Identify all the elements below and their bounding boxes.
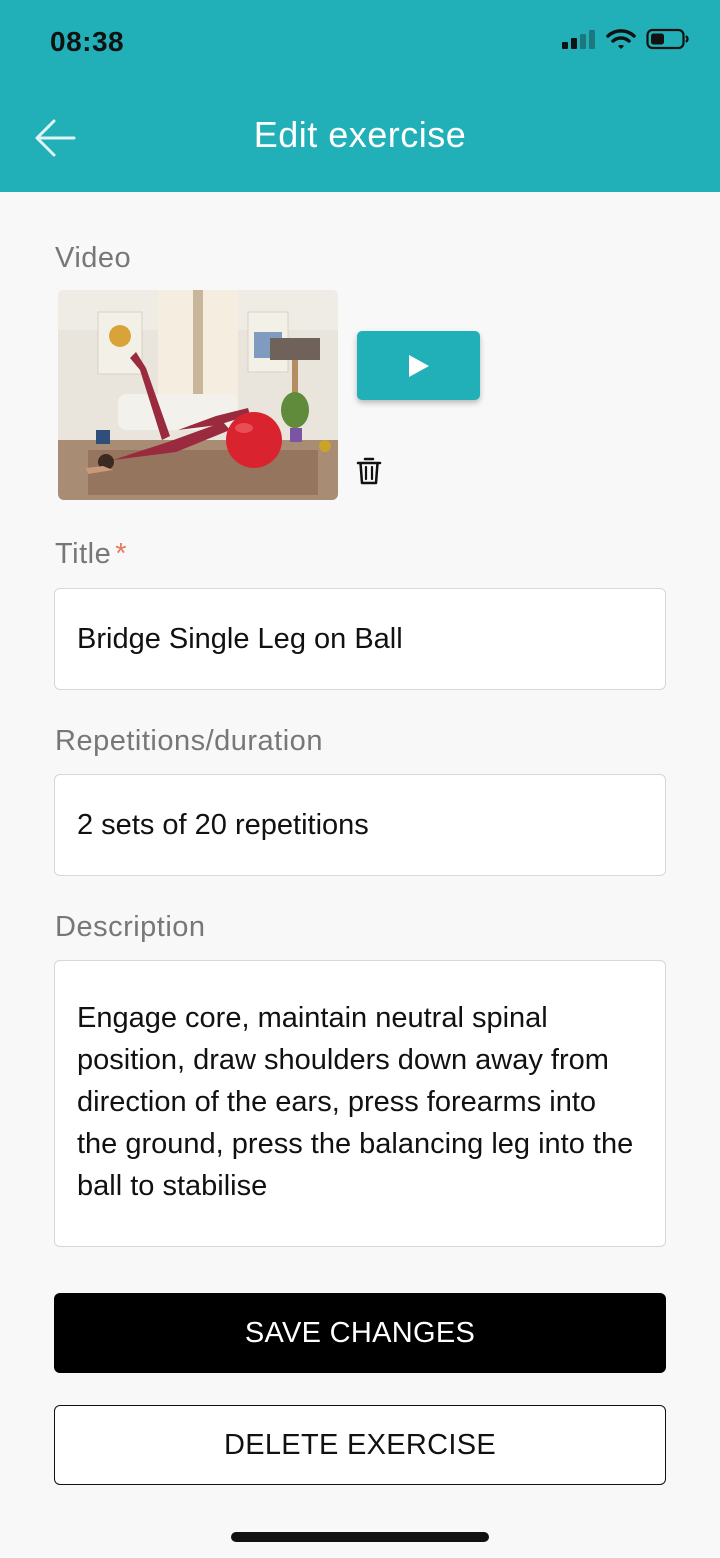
play-icon: [408, 354, 429, 377]
app-header: 08:38 Edit exercise: [0, 0, 720, 192]
cellular-signal-icon: [562, 30, 595, 49]
title-label: Title *: [55, 538, 127, 571]
play-video-button[interactable]: [357, 331, 480, 400]
description-textarea-value: Engage core, maintain neutral spinal pos…: [77, 1002, 634, 1202]
video-thumbnail[interactable]: [58, 290, 338, 500]
delete-video-button[interactable]: [356, 456, 382, 486]
title-input[interactable]: Bridge Single Leg on Ball: [54, 588, 666, 690]
home-indicator: [231, 1532, 489, 1542]
description-label: Description: [55, 911, 206, 943]
repetitions-input-value: 2 sets of 20 repetitions: [77, 808, 369, 841]
save-changes-button[interactable]: SAVE CHANGES: [54, 1293, 666, 1373]
trash-icon: [356, 457, 382, 485]
page-title: Edit exercise: [253, 114, 467, 155]
description-textarea[interactable]: Engage core, maintain neutral spinal pos…: [54, 960, 666, 1247]
title-label-text: Title: [55, 538, 112, 570]
battery-icon: [646, 28, 689, 50]
status-icons: [560, 28, 690, 50]
wifi-icon: [606, 29, 636, 49]
title-input-value: Bridge Single Leg on Ball: [77, 622, 403, 655]
video-label: Video: [55, 242, 132, 274]
status-time: 08:38: [50, 26, 125, 57]
delete-exercise-button[interactable]: DELETE EXERCISE: [54, 1405, 666, 1485]
repetitions-label: Repetitions/duration: [55, 725, 323, 757]
repetitions-input[interactable]: 2 sets of 20 repetitions: [54, 774, 666, 876]
required-marker: *: [115, 538, 128, 570]
